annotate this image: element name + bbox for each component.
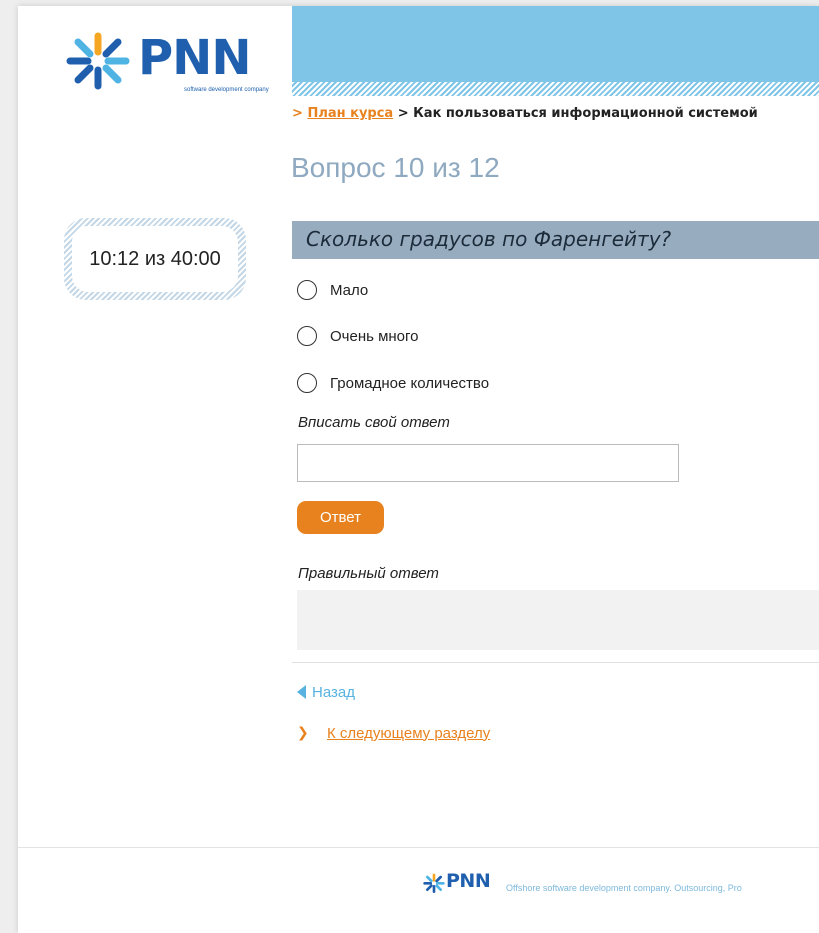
option-huge-amount[interactable]: Громадное количество: [297, 370, 489, 396]
option-label: Очень много: [330, 327, 419, 345]
option-label: Громадное количество: [330, 374, 490, 392]
option-very-many[interactable]: Очень много: [297, 323, 419, 349]
question-text: Сколько градусов по Фаренгейту?: [306, 227, 672, 251]
page: PNN software development company > План …: [18, 6, 819, 933]
pnn-logo[interactable]: PNN software development company: [62, 28, 272, 98]
next-section-link[interactable]: ❯ К следующему разделу: [297, 723, 490, 743]
footer-tagline: Offshore software development company. O…: [506, 883, 742, 893]
correct-answer-box: [297, 590, 819, 650]
footer-logo-text: PNN: [446, 870, 491, 892]
pnn-burst-logo-icon: [66, 32, 130, 90]
breadcrumb-separator: >: [397, 106, 409, 121]
correct-answer-label: Правильный ответ: [298, 565, 439, 582]
timer-text: 10:12 из 40:00: [72, 226, 238, 292]
header-banner: [292, 6, 819, 96]
option-few[interactable]: Мало: [297, 277, 368, 303]
chevron-right-icon: ❯: [297, 725, 309, 741]
radio-icon[interactable]: [297, 373, 317, 393]
back-link-label: Назад: [312, 683, 355, 701]
radio-icon[interactable]: [297, 326, 317, 346]
custom-answer-input[interactable]: [297, 444, 679, 482]
divider: [292, 662, 819, 663]
breadcrumb-prefix: >: [292, 106, 303, 121]
timer-panel: 10:12 из 40:00: [64, 218, 246, 300]
footer: PNN Offshore software development compan…: [422, 866, 742, 896]
pnn-burst-logo-icon: [423, 873, 445, 894]
back-arrow-icon: [297, 685, 306, 699]
breadcrumb-current: Как пользоваться информационной системой: [413, 106, 758, 121]
logo-tagline: software development company: [184, 87, 269, 93]
logo-text: PNN: [138, 30, 252, 86]
custom-answer-label: Вписать свой ответ: [298, 414, 450, 431]
question-bar: Сколько градусов по Фаренгейту?: [292, 221, 819, 259]
radio-icon[interactable]: [297, 280, 317, 300]
footer-divider: [18, 847, 819, 848]
question-number-title: Вопрос 10 из 12: [291, 152, 500, 183]
back-link[interactable]: Назад: [297, 682, 355, 702]
breadcrumb-link-course-plan[interactable]: План курса: [307, 106, 393, 121]
next-section-label[interactable]: К следующему разделу: [327, 725, 490, 742]
banner-stripes: [292, 82, 819, 96]
answer-button[interactable]: Ответ: [297, 501, 384, 534]
breadcrumb: > План курса > Как пользоваться информац…: [292, 106, 758, 121]
footer-logo[interactable]: PNN: [422, 870, 502, 896]
option-label: Мало: [330, 281, 369, 299]
